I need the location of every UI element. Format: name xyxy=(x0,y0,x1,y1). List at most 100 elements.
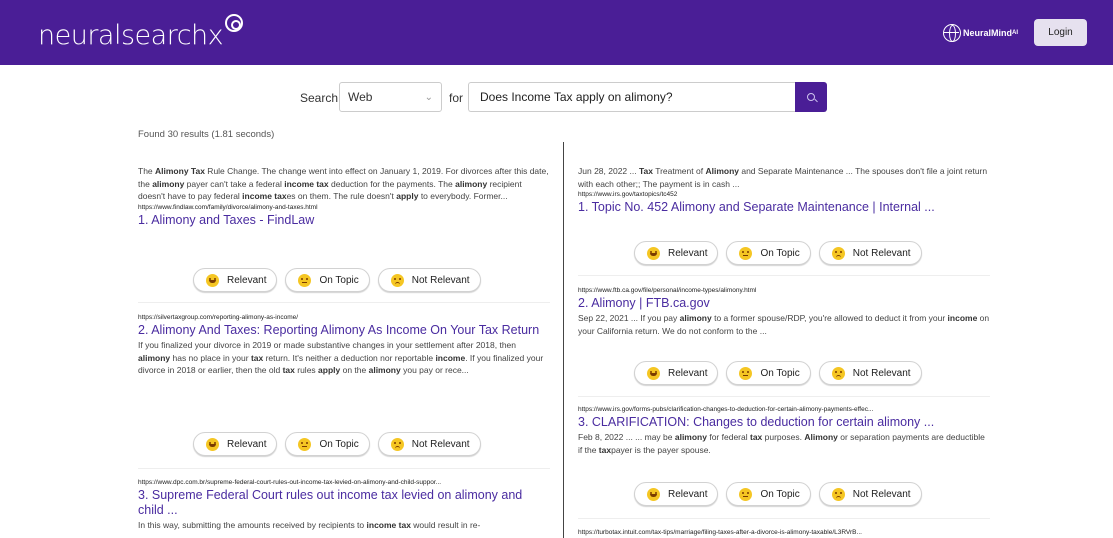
neutral-face-icon xyxy=(298,437,312,451)
search-input[interactable]: Does Income Tax apply on alimony? xyxy=(468,82,795,112)
on-topic-label: On Topic xyxy=(760,247,800,259)
sad-face-icon xyxy=(390,273,404,287)
not-relevant-label: Not Relevant xyxy=(852,247,911,259)
column-divider xyxy=(563,142,564,538)
neutral-face-icon xyxy=(298,273,312,287)
not-relevant-button[interactable]: Not Relevant xyxy=(377,432,481,456)
result-url[interactable]: https://www.findlaw.com/family/divorce/a… xyxy=(138,203,550,212)
relevant-button[interactable]: Relevant xyxy=(634,361,719,385)
result-snippet: The Alimony Tax Rule Change. The change … xyxy=(138,166,549,201)
result-item: https://turbotax.intuit.com/tax-tips/mar… xyxy=(578,528,990,537)
not-relevant-label: Not Relevant xyxy=(411,438,470,450)
neutral-face-icon xyxy=(739,246,753,260)
login-button[interactable]: Login xyxy=(1034,19,1087,46)
result-separator xyxy=(138,468,550,469)
relevant-label: Relevant xyxy=(668,247,708,259)
globe-icon xyxy=(943,24,961,42)
result-url[interactable]: https://turbotax.intuit.com/tax-tips/mar… xyxy=(578,528,990,537)
logo-spiral-icon xyxy=(225,14,244,32)
relevant-button[interactable]: Relevant xyxy=(634,482,719,506)
result-title[interactable]: 3. Supreme Federal Court rules out incom… xyxy=(138,488,550,518)
result-item: https://www.dpc.com.br/supreme-federal-c… xyxy=(138,478,550,532)
result-url[interactable]: https://www.ftb.ca.gov/file/personal/inc… xyxy=(578,286,990,295)
result-item: https://www.ftb.ca.gov/file/personal/inc… xyxy=(578,286,990,337)
neutral-face-icon xyxy=(739,487,753,501)
result-separator xyxy=(578,518,990,519)
result-separator xyxy=(578,396,990,397)
on-topic-button[interactable]: On Topic xyxy=(285,268,370,292)
result-snippet: In this way, submitting the amounts rece… xyxy=(138,520,481,530)
top-header: neuralsearchx NeuralMind AI Login xyxy=(0,0,1113,65)
on-topic-button[interactable]: On Topic xyxy=(285,432,370,456)
result-title[interactable]: 2. Alimony And Taxes: Reporting Alimony … xyxy=(138,323,550,338)
not-relevant-label: Not Relevant xyxy=(411,274,470,286)
result-url[interactable]: https://www.irs.gov/forms-pubs/clarifica… xyxy=(578,405,990,414)
feedback-buttons: Relevant On Topic Not Relevant xyxy=(634,361,922,385)
logo-text: neuralsearchx xyxy=(38,20,224,51)
result-title[interactable]: 3. CLARIFICATION: Changes to deduction f… xyxy=(578,415,990,430)
result-separator xyxy=(578,275,990,276)
feedback-buttons: Relevant On Topic Not Relevant xyxy=(634,482,922,506)
not-relevant-button[interactable]: Not Relevant xyxy=(818,241,922,265)
neutral-face-icon xyxy=(739,366,753,380)
on-topic-label: On Topic xyxy=(319,274,359,286)
not-relevant-label: Not Relevant xyxy=(852,367,911,379)
result-snippet: Sep 22, 2021 ... If you pay alimony to a… xyxy=(578,313,990,336)
feedback-buttons: Relevant On Topic Not Relevant xyxy=(634,241,922,265)
relevant-label: Relevant xyxy=(227,274,267,286)
sad-face-icon xyxy=(831,487,845,501)
app-logo[interactable]: neuralsearchx xyxy=(38,14,244,51)
brand-text: NeuralMind xyxy=(963,28,1013,38)
result-title[interactable]: 1. Topic No. 452 Alimony and Separate Ma… xyxy=(578,200,990,215)
happy-face-icon xyxy=(647,246,660,260)
result-snippet: If you finalized your divorce in 2019 or… xyxy=(138,340,544,375)
happy-face-icon xyxy=(647,366,660,380)
on-topic-button[interactable]: On Topic xyxy=(726,241,811,265)
result-url[interactable]: https://www.irs.gov/taxtopics/tc452 xyxy=(578,190,990,199)
on-topic-button[interactable]: On Topic xyxy=(726,482,811,506)
sad-face-icon xyxy=(831,366,845,380)
source-select-value: Web xyxy=(348,90,373,104)
result-item: Jun 28, 2022 ... Tax Treatment of Alimon… xyxy=(578,165,990,216)
result-item: The Alimony Tax Rule Change. The change … xyxy=(138,165,550,229)
result-title[interactable]: 1. Alimony and Taxes - FindLaw xyxy=(138,213,550,228)
chevron-down-icon: ⌄ xyxy=(424,91,433,103)
on-topic-label: On Topic xyxy=(760,367,800,379)
relevant-button[interactable]: Relevant xyxy=(193,268,278,292)
relevant-label: Relevant xyxy=(227,438,267,450)
sad-face-icon xyxy=(831,246,845,260)
on-topic-label: On Topic xyxy=(760,488,800,500)
relevant-label: Relevant xyxy=(668,488,708,500)
result-title[interactable]: 2. Alimony | FTB.ca.gov xyxy=(578,296,990,311)
brand-suffix: AI xyxy=(1012,30,1019,36)
on-topic-button[interactable]: On Topic xyxy=(726,361,811,385)
happy-face-icon xyxy=(206,437,219,451)
result-snippet: Feb 8, 2022 ... ... may be alimony for f… xyxy=(578,432,985,455)
not-relevant-button[interactable]: Not Relevant xyxy=(377,268,481,292)
relevant-button[interactable]: Relevant xyxy=(193,432,278,456)
search-button[interactable] xyxy=(795,82,827,112)
result-item: https://www.irs.gov/forms-pubs/clarifica… xyxy=(578,405,990,456)
result-url[interactable]: https://www.dpc.com.br/supreme-federal-c… xyxy=(138,478,550,487)
not-relevant-button[interactable]: Not Relevant xyxy=(818,361,922,385)
results-summary: Found 30 results (1.81 seconds) xyxy=(138,129,275,140)
relevant-label: Relevant xyxy=(668,367,708,379)
happy-face-icon xyxy=(647,487,660,501)
source-select[interactable]: Web ⌄ xyxy=(339,82,442,112)
sad-face-icon xyxy=(390,437,404,451)
search-label: Search xyxy=(300,91,339,105)
result-item: https://silvertaxgroup.com/reporting-ali… xyxy=(138,313,550,377)
happy-face-icon xyxy=(206,273,219,287)
search-icon xyxy=(807,93,815,101)
relevant-button[interactable]: Relevant xyxy=(634,241,719,265)
not-relevant-button[interactable]: Not Relevant xyxy=(818,482,922,506)
result-url[interactable]: https://silvertaxgroup.com/reporting-ali… xyxy=(138,313,550,322)
not-relevant-label: Not Relevant xyxy=(852,488,911,500)
for-label: for xyxy=(449,91,464,105)
result-snippet: Jun 28, 2022 ... Tax Treatment of Alimon… xyxy=(578,166,988,189)
on-topic-label: On Topic xyxy=(319,438,359,450)
result-separator xyxy=(138,302,550,303)
feedback-buttons: Relevant On Topic Not Relevant xyxy=(193,268,481,292)
feedback-buttons: Relevant On Topic Not Relevant xyxy=(193,432,481,456)
neuralmind-brand[interactable]: NeuralMind AI xyxy=(943,24,1018,42)
